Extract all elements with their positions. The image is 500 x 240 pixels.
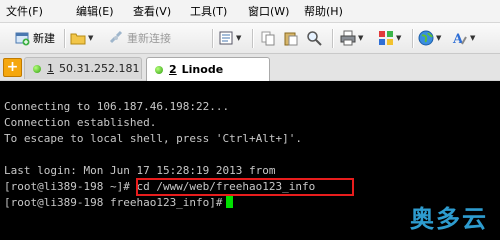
new-session-icon (14, 30, 30, 46)
font-button[interactable]: A ▼ (452, 28, 475, 48)
toolbar-separator (64, 29, 66, 48)
print-button[interactable]: ▼ (340, 28, 363, 48)
terminal-line: To escape to local shell, press 'Ctrl+Al… (4, 132, 303, 145)
watermark: 奥多云 (410, 205, 488, 233)
terminal-cursor (225, 196, 233, 208)
menu-help[interactable]: 帮助(H) (304, 3, 343, 19)
folder-icon (70, 30, 86, 46)
menu-file[interactable]: 文件(F) (6, 3, 43, 19)
terminal-prompt-line: [root@li389-198 freehao123_info]# (4, 196, 233, 209)
toolbar-separator (412, 29, 414, 48)
terminal-line: Connecting to 106.187.46.198:22... (4, 100, 230, 113)
terminal-prompt: [root@li389-198 freehao123_info]# (4, 196, 223, 209)
session-tab-bar: + 1 50.31.252.181 2 Linode (0, 54, 500, 82)
chevron-down-icon: ▼ (88, 34, 94, 42)
plus-icon: + (6, 59, 19, 75)
paste-button[interactable] (283, 28, 299, 48)
toolbar-separator (332, 29, 334, 48)
menu-window[interactable]: 窗口(W) (248, 3, 289, 19)
chevron-down-icon: ▼ (436, 34, 442, 42)
copy-button[interactable] (260, 28, 276, 48)
connected-status-icon (33, 64, 41, 73)
menu-bar: 文件(F) 编辑(E) 查看(V) 工具(T) 窗口(W) 帮助(H) (0, 0, 500, 23)
tab-session-2[interactable]: 2 Linode (146, 57, 270, 81)
toolbar-separator (252, 29, 254, 48)
color-scheme-button[interactable]: ▼ (378, 28, 401, 48)
open-folder-button[interactable]: ▼ (70, 28, 93, 48)
terminal-line: Connection established. (4, 116, 157, 129)
tab-number: 2 (169, 63, 177, 76)
copy-icon (260, 30, 276, 46)
find-button[interactable] (306, 28, 322, 48)
properties-button[interactable]: ▼ (218, 28, 241, 48)
terminal-line: Last login: Mon Jun 17 15:28:19 2013 fro… (4, 164, 276, 177)
new-button[interactable]: 新建 (14, 28, 55, 48)
toolbar: 新建 ▼ 重新连接 ▼ ▼ ▼ ▼ A ▼ (0, 23, 500, 54)
chevron-down-icon: ▼ (470, 34, 476, 42)
font-icon: A (452, 30, 468, 47)
properties-icon (218, 30, 234, 46)
globe-button[interactable]: ▼ (418, 28, 441, 48)
printer-icon (340, 30, 356, 46)
search-icon (306, 30, 322, 46)
paste-icon (283, 30, 299, 46)
tab-session-1[interactable]: 1 50.31.252.181 (24, 57, 142, 79)
toolbar-separator (212, 29, 214, 48)
chevron-down-icon: ▼ (236, 34, 242, 42)
color-palette-icon (378, 30, 394, 46)
menu-view[interactable]: 查看(V) (133, 3, 171, 19)
chevron-down-icon: ▼ (358, 34, 364, 42)
globe-icon (418, 30, 434, 46)
reconnect-icon (108, 30, 124, 46)
tab-number: 1 (47, 62, 54, 75)
command-highlight-box (136, 178, 354, 196)
chevron-down-icon: ▼ (396, 34, 402, 42)
tab-title: 50.31.252.181 (59, 62, 140, 75)
menu-edit[interactable]: 编辑(E) (76, 3, 114, 19)
reconnect-button[interactable]: 重新连接 (108, 28, 171, 48)
new-tab-button[interactable]: + (3, 58, 22, 77)
tab-title: Linode (181, 63, 224, 76)
connected-status-icon (155, 65, 163, 74)
menu-tools[interactable]: 工具(T) (190, 3, 227, 19)
